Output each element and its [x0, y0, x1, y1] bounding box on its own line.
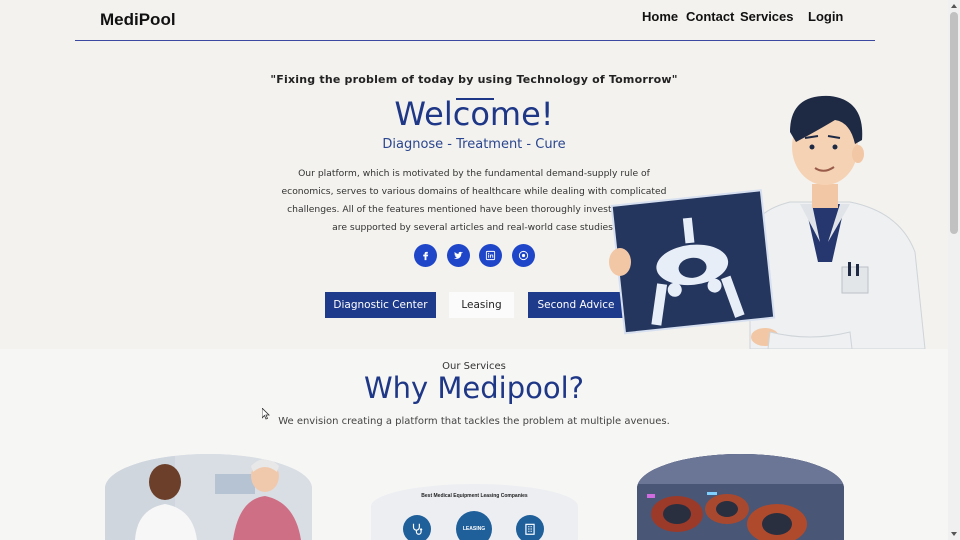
services-title: Why Medipool? — [363, 371, 585, 405]
leasing-badge: LEASING — [456, 511, 492, 540]
leasing-button[interactable]: Leasing — [449, 292, 514, 318]
mouse-cursor-icon — [262, 408, 270, 420]
top-navbar: MediPool Home Contact Services Login — [75, 0, 875, 41]
scrollbar-thumb[interactable] — [950, 12, 958, 234]
stethoscope-icon — [403, 515, 431, 540]
nav-contact[interactable]: Contact — [686, 9, 734, 24]
services-subtitle: We envision creating a platform that tac… — [278, 416, 670, 427]
brand-logo[interactable]: MediPool — [100, 10, 176, 30]
nav-services[interactable]: Services — [740, 9, 794, 24]
github-icon[interactable] — [512, 244, 535, 267]
services-section: Our Services Why Medipool? We envision c… — [0, 349, 948, 540]
diagnostic-center-button[interactable]: Diagnostic Center — [325, 292, 436, 318]
hyperbaric-chambers-photo — [637, 454, 844, 540]
infographic-title: Best Medical Equipment Leasing Companies — [421, 493, 528, 499]
page-scrollbar[interactable] — [948, 0, 960, 540]
leasing-infographic: Best Medical Equipment Leasing Companies… — [371, 484, 578, 540]
scroll-up-arrow-icon[interactable] — [948, 0, 960, 12]
scroll-down-arrow-icon[interactable] — [948, 528, 960, 540]
nav-home[interactable]: Home — [642, 9, 678, 24]
nav-login[interactable]: Login — [808, 9, 843, 24]
doctor-xray-illustration — [609, 95, 926, 349]
building-icon — [516, 515, 544, 540]
linkedin-icon[interactable] — [479, 244, 502, 267]
doctor-patient-photo — [105, 454, 312, 540]
hero-quote: "Fixing the problem of today by using Te… — [270, 73, 678, 86]
twitter-icon[interactable] — [447, 244, 470, 267]
facebook-icon[interactable] — [414, 244, 437, 267]
